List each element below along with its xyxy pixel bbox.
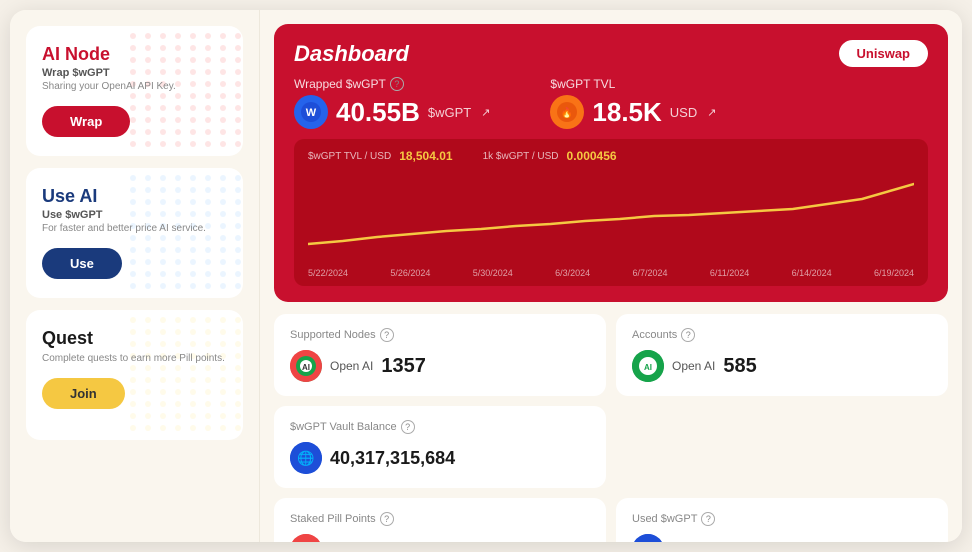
used-wgpt-icon: 🌐 (632, 534, 664, 542)
openai-node-label: Open AI (330, 359, 373, 373)
used-wgpt-info-icon[interactable]: ? (701, 512, 715, 526)
use-ai-desc: For faster and better price AI service. (42, 223, 227, 234)
tvl-usd-stat: $wGPT TVL / USD 18,504.01 (308, 149, 453, 163)
chart-date-4: 6/3/2024 (555, 268, 590, 278)
use-button[interactable]: Use (42, 248, 122, 279)
tvl-amount: 18.5K (592, 97, 661, 128)
use-ai-subtitle: Use $wGPT (42, 209, 227, 221)
dashboard-title: Dashboard (294, 41, 409, 67)
rate-stat-value: 0.000456 (567, 149, 617, 163)
svg-text:AI: AI (644, 363, 652, 372)
chart-container: $wGPT TVL / USD 18,504.01 1k $wGPT / USD… (294, 139, 928, 286)
tvl-external-link-icon[interactable]: ↗ (707, 106, 716, 119)
used-wgpt-content: 🌐 232,684,316 (632, 534, 932, 542)
wrapped-external-link-icon[interactable]: ↗ (481, 106, 490, 119)
chart-date-5: 6/7/2024 (633, 268, 668, 278)
rate-stat: 1k $wGPT / USD 0.000456 (483, 149, 617, 163)
svg-text:🔥: 🔥 (561, 106, 573, 119)
uniswap-button[interactable]: Uniswap (839, 40, 928, 67)
svg-text:AI: AI (302, 363, 310, 372)
chart-date-2: 5/26/2024 (390, 268, 430, 278)
main-content: Dashboard Uniswap Wrapped $wGPT ? W (260, 10, 962, 542)
chart-date-8: 6/19/2024 (874, 268, 914, 278)
chart-date-6: 6/11/2024 (710, 268, 749, 278)
ai-node-subtitle: Wrap $wGPT (42, 67, 227, 79)
svg-text:🌐: 🌐 (297, 450, 314, 467)
supported-nodes-info-icon[interactable]: ? (380, 328, 394, 342)
tvl-usd-stat-label: $wGPT TVL / USD (308, 151, 391, 162)
dashboard-header: Dashboard Uniswap (294, 40, 928, 67)
tvl-unit: USD (670, 105, 697, 120)
staked-pill-content: 81,100 (290, 534, 590, 542)
wrapped-wgpt-value: W 40.55B $wGPT ↗ (294, 95, 490, 129)
wrapped-wgpt-section: Wrapped $wGPT ? W 40.55B $wGPT ↗ (294, 77, 490, 129)
stats-grid-2: Staked Pill Points ? 81,100 Used $ (274, 498, 948, 542)
vault-balance-card: $wGPT Vault Balance ? 🌐 40,317,315,684 (274, 406, 606, 488)
wrapped-unit: $wGPT (428, 105, 471, 120)
stats-grid: Supported Nodes ? AI Open AI 1357 (274, 314, 948, 488)
vault-info-icon[interactable]: ? (401, 420, 415, 434)
chart-dates: 5/22/2024 5/26/2024 5/30/2024 6/3/2024 6… (308, 268, 914, 278)
tvl-usd-stat-value: 18,504.01 (399, 149, 452, 163)
accounts-content: AI Open AI 585 (632, 350, 932, 382)
chart-stats: $wGPT TVL / USD 18,504.01 1k $wGPT / USD… (308, 149, 914, 163)
openai-account-label: Open AI (672, 359, 715, 373)
vault-icon: 🌐 (290, 442, 322, 474)
chart-date-3: 5/30/2024 (473, 268, 513, 278)
wgpt-coin-icon: W (294, 95, 328, 129)
ai-node-title: AI Node (42, 44, 227, 65)
wrapped-info-icon[interactable]: ? (390, 77, 404, 91)
supported-nodes-title: Supported Nodes ? (290, 328, 590, 342)
openai-account-icon: AI (632, 350, 664, 382)
tvl-row: Wrapped $wGPT ? W 40.55B $wGPT ↗ (294, 77, 928, 129)
used-wgpt-title: Used $wGPT ? (632, 512, 932, 526)
sidebar: AI Node Wrap $wGPT Sharing your OpenAI A… (10, 10, 260, 542)
used-wgpt-value: 232,684,316 (672, 539, 783, 543)
accounts-value: 585 (723, 355, 756, 378)
wrap-button[interactable]: Wrap (42, 106, 130, 137)
vault-balance-content: 🌐 40,317,315,684 (290, 442, 590, 474)
use-ai-card: Use AI Use $wGPT For faster and better p… (26, 168, 243, 298)
rate-stat-label: 1k $wGPT / USD (483, 151, 559, 162)
use-ai-title: Use AI (42, 186, 227, 207)
wrapped-amount: 40.55B (336, 97, 420, 128)
price-chart (308, 169, 914, 259)
staked-pill-icon (290, 534, 322, 542)
dashboard-panel: Dashboard Uniswap Wrapped $wGPT ? W (274, 24, 948, 302)
ai-node-desc: Sharing your OpenAI API Key. (42, 81, 227, 92)
accounts-info-icon[interactable]: ? (681, 328, 695, 342)
staked-pill-info-icon[interactable]: ? (380, 512, 394, 526)
accounts-card: Accounts ? AI Open AI 585 (616, 314, 948, 396)
quest-desc: Complete quests to earn more Pill points… (42, 353, 227, 364)
wgpt-tvl-value: 🔥 18.5K USD ↗ (550, 95, 716, 129)
used-wgpt-card: Used $wGPT ? 🌐 232,684,316 (616, 498, 948, 542)
staked-pill-card: Staked Pill Points ? 81,100 (274, 498, 606, 542)
vault-balance-title: $wGPT Vault Balance ? (290, 420, 590, 434)
svg-text:W: W (306, 107, 317, 119)
chart-date-7: 6/14/2024 (792, 268, 832, 278)
supported-nodes-card: Supported Nodes ? AI Open AI 1357 (274, 314, 606, 396)
quest-title: Quest (42, 328, 227, 349)
accounts-title: Accounts ? (632, 328, 932, 342)
supported-nodes-value: 1357 (381, 355, 426, 378)
ai-node-card: AI Node Wrap $wGPT Sharing your OpenAI A… (26, 26, 243, 156)
staked-pill-value: 81,100 (330, 539, 391, 543)
join-button[interactable]: Join (42, 378, 125, 409)
app-container: AI Node Wrap $wGPT Sharing your OpenAI A… (10, 10, 962, 542)
wgpt-tvl-label: $wGPT TVL (550, 77, 716, 91)
wgpt-tvl-section: $wGPT TVL 🔥 18.5K USD ↗ (550, 77, 716, 129)
supported-nodes-content: AI Open AI 1357 (290, 350, 590, 382)
wrapped-wgpt-label: Wrapped $wGPT ? (294, 77, 490, 91)
openai-node-icon: AI (290, 350, 322, 382)
tvl-coin-icon: 🔥 (550, 95, 584, 129)
quest-card: Quest Complete quests to earn more Pill … (26, 310, 243, 440)
chart-date-1: 5/22/2024 (308, 268, 348, 278)
vault-balance-value: 40,317,315,684 (330, 448, 455, 469)
staked-pill-title: Staked Pill Points ? (290, 512, 590, 526)
